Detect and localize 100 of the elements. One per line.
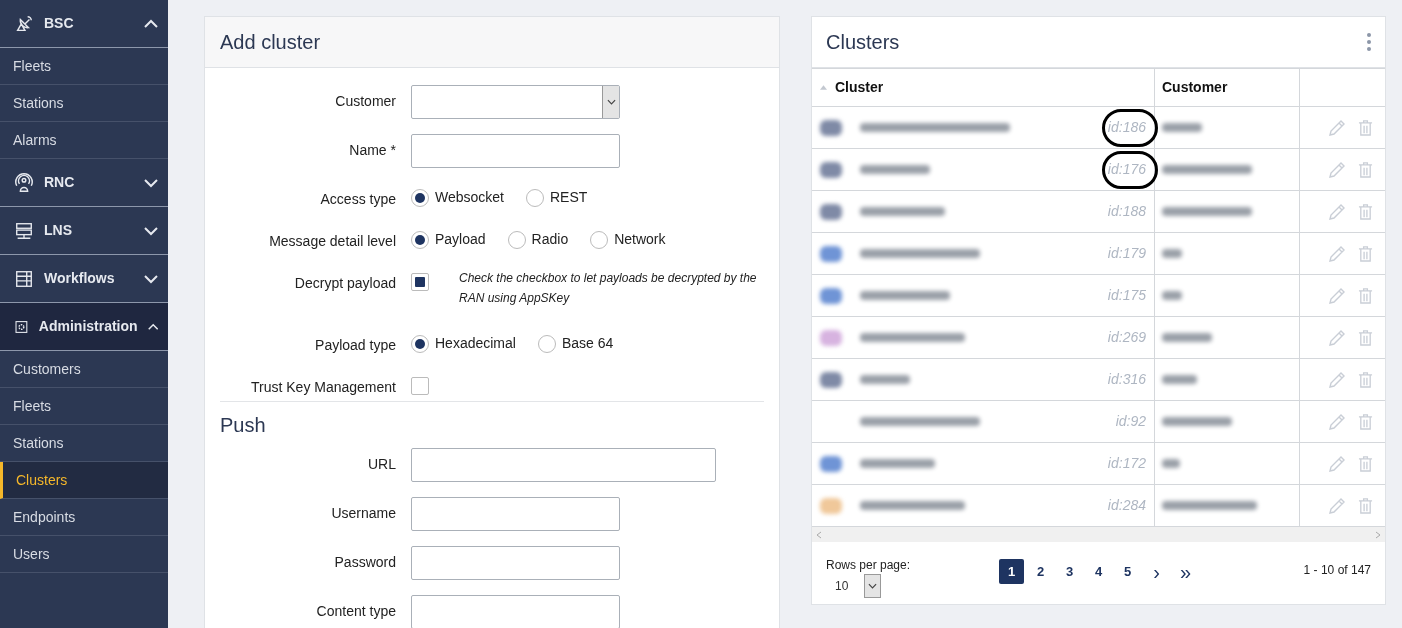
nav-item[interactable]: Users bbox=[0, 536, 168, 573]
nav-item[interactable]: Fleets bbox=[0, 48, 168, 85]
radio-label: REST bbox=[550, 188, 588, 207]
field-label: Message detail level bbox=[269, 232, 396, 251]
nav-item[interactable]: Clusters bbox=[0, 462, 168, 499]
delete-icon[interactable] bbox=[1358, 245, 1373, 262]
delete-icon[interactable] bbox=[1358, 329, 1373, 346]
radio-label: Network bbox=[614, 230, 666, 249]
broadcast-icon bbox=[14, 172, 34, 193]
radio-label: Base 64 bbox=[561, 334, 614, 353]
rows-per-page-value: 10 bbox=[835, 578, 849, 595]
blurred-text bbox=[1162, 417, 1232, 426]
checkbox[interactable] bbox=[411, 377, 429, 395]
caret-icon bbox=[606, 99, 616, 105]
edit-icon[interactable] bbox=[1328, 118, 1346, 137]
customer-select[interactable] bbox=[411, 85, 620, 119]
cluster-id: id:269 bbox=[1107, 328, 1146, 347]
delete-icon[interactable] bbox=[1358, 371, 1373, 388]
input-field[interactable] bbox=[411, 595, 620, 628]
column-header[interactable]: Customer bbox=[1162, 77, 1228, 98]
delete-icon[interactable] bbox=[1358, 413, 1373, 430]
edit-icon[interactable] bbox=[1328, 496, 1346, 515]
edit-icon[interactable] bbox=[1328, 244, 1346, 263]
hint-text: Check the checkbox to let payloads be decrypted by the RAN using AppSKey bbox=[459, 270, 758, 307]
field-label: Password bbox=[334, 553, 396, 572]
horizontal-scrollbar[interactable] bbox=[812, 527, 1385, 542]
scroll-right-icon[interactable] bbox=[1375, 530, 1381, 539]
card-title: Add cluster bbox=[220, 30, 321, 55]
blurred-text bbox=[1162, 333, 1212, 342]
input-field[interactable] bbox=[411, 497, 620, 531]
cluster-id: id:176 bbox=[1107, 160, 1146, 179]
cluster-id: id:316 bbox=[1107, 370, 1146, 389]
field-label: Name * bbox=[349, 141, 396, 160]
checkbox[interactable] bbox=[411, 273, 429, 291]
nav-item[interactable]: Endpoints bbox=[0, 499, 168, 536]
radio-label: Websocket bbox=[435, 188, 504, 207]
page-button[interactable]: 4 bbox=[1086, 559, 1111, 584]
page-button[interactable]: 1 bbox=[999, 559, 1024, 584]
field-label: URL bbox=[368, 455, 396, 474]
page-range: 1 - 10 of 147 bbox=[1303, 562, 1371, 579]
sort-icon[interactable] bbox=[820, 85, 827, 90]
nav-item[interactable]: Customers bbox=[0, 351, 168, 388]
cluster-id: id:92 bbox=[1115, 412, 1146, 431]
field-label: Username bbox=[331, 504, 396, 523]
delete-icon[interactable] bbox=[1358, 455, 1373, 472]
nav-section[interactable]: Administration bbox=[0, 303, 168, 351]
blurred-text bbox=[860, 375, 910, 384]
edit-icon[interactable] bbox=[1328, 286, 1346, 305]
edit-icon[interactable] bbox=[1328, 202, 1346, 221]
rows-per-page-label: Rows per page: bbox=[826, 557, 912, 574]
edit-icon[interactable] bbox=[1328, 370, 1346, 389]
edit-icon[interactable] bbox=[1328, 412, 1346, 431]
input-field[interactable] bbox=[411, 134, 620, 168]
satellite-dish-icon bbox=[14, 13, 34, 34]
server-icon bbox=[14, 220, 34, 241]
blurred-text bbox=[860, 165, 930, 174]
cluster-id: id:179 bbox=[1107, 244, 1146, 263]
last-page-button[interactable]: » bbox=[1173, 559, 1198, 584]
page-button[interactable]: 5 bbox=[1115, 559, 1140, 584]
page-button[interactable]: 2 bbox=[1028, 559, 1053, 584]
blurred-text bbox=[1162, 249, 1182, 258]
blurred-text bbox=[1162, 123, 1202, 132]
cluster-id: id:172 bbox=[1107, 454, 1146, 473]
edit-icon[interactable] bbox=[1328, 328, 1346, 347]
blurred-text bbox=[1162, 459, 1180, 468]
cluster-id: id:186 bbox=[1107, 118, 1146, 137]
cluster-id: id:188 bbox=[1107, 202, 1146, 221]
delete-icon[interactable] bbox=[1358, 119, 1373, 136]
edit-icon[interactable] bbox=[1328, 454, 1346, 473]
radio-label: Radio bbox=[531, 230, 569, 249]
field-label: Customer bbox=[335, 92, 396, 111]
dropdown-button[interactable] bbox=[602, 86, 619, 118]
delete-icon[interactable] bbox=[1358, 203, 1373, 220]
column-header[interactable]: Cluster bbox=[835, 77, 884, 98]
more-icon[interactable] bbox=[1367, 33, 1371, 51]
caret-icon bbox=[868, 583, 878, 589]
input-field[interactable] bbox=[411, 546, 620, 580]
section-title: Push bbox=[220, 413, 267, 438]
edit-icon[interactable] bbox=[1328, 160, 1346, 179]
delete-icon[interactable] bbox=[1358, 497, 1373, 514]
next-page-button[interactable]: › bbox=[1144, 559, 1169, 584]
blurred-text bbox=[1162, 375, 1197, 384]
field-label: Access type bbox=[320, 190, 396, 209]
delete-icon[interactable] bbox=[1358, 161, 1373, 178]
rows-per-page-dropdown[interactable] bbox=[864, 574, 882, 598]
card-title: Clusters bbox=[826, 30, 900, 55]
field-label: Trust Key Management bbox=[251, 378, 396, 397]
page-button[interactable]: 3 bbox=[1057, 559, 1082, 584]
radio-label: Payload bbox=[435, 230, 486, 249]
nav-item[interactable]: Fleets bbox=[0, 388, 168, 425]
scroll-left-icon[interactable] bbox=[816, 530, 822, 539]
list-icon bbox=[14, 268, 34, 289]
nav-item[interactable]: Stations bbox=[0, 85, 168, 122]
field-label: Decrypt payload bbox=[294, 274, 396, 293]
input-field[interactable] bbox=[411, 448, 716, 482]
field-label: Content type bbox=[316, 602, 396, 621]
radio-label: Hexadecimal bbox=[435, 334, 516, 353]
field-label: Payload type bbox=[315, 336, 396, 355]
delete-icon[interactable] bbox=[1358, 287, 1373, 304]
blurred-text bbox=[1162, 291, 1182, 300]
